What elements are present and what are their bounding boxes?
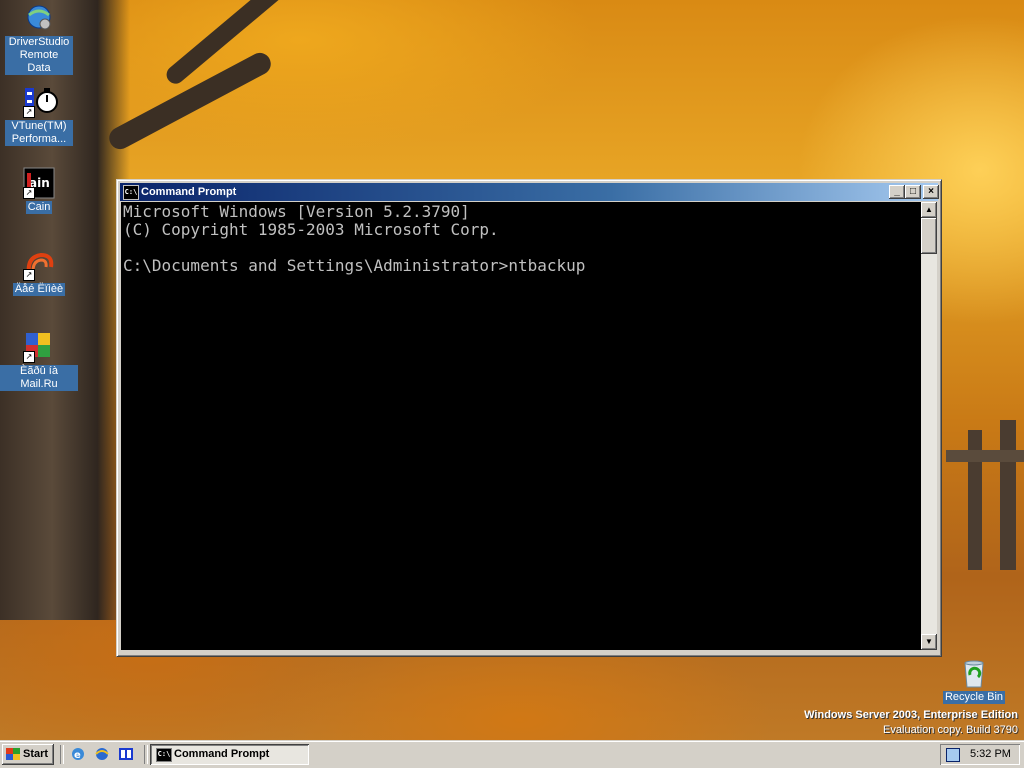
globe-network-icon	[23, 2, 55, 34]
shortcut-arrow-icon: ↗	[23, 187, 35, 199]
desktop-icon-mailru[interactable]: ↗ Èãðû íà Mail.Ru	[0, 331, 78, 391]
clock[interactable]: 5:32 PM	[970, 744, 1011, 765]
taskbar-separator	[60, 745, 64, 764]
scroll-down-button[interactable]: ▼	[921, 634, 937, 650]
shortcut-arrow-icon: ↗	[23, 269, 35, 281]
ie-icon[interactable]: e	[70, 746, 86, 762]
window-titlebar[interactable]: C:\ Command Prompt _ □ ×	[120, 183, 939, 201]
command-prompt-window[interactable]: C:\ Command Prompt _ □ × Microsoft Windo…	[116, 179, 942, 657]
console-line: C:\Documents and Settings\Administrator>…	[123, 256, 586, 275]
taskbar: Start e C:\ Command Prompt 5:32 PM	[0, 740, 1024, 768]
vertical-scrollbar[interactable]: ▲ ▼	[921, 202, 937, 650]
desktop-icon-cain[interactable]: ain ↗ Cain	[0, 167, 78, 214]
windows-flag-icon	[6, 748, 20, 760]
desktop-icon-label: DriverStudio Remote Data	[5, 36, 73, 75]
start-label: Start	[23, 748, 49, 760]
mailru-games-icon: ↗	[23, 331, 55, 363]
desktop-icon-spiral[interactable]: ↗ Äåé Ëïìèè	[0, 249, 78, 296]
taskbar-button-label: Command Prompt	[174, 748, 270, 760]
stopwatch-icon: ↗	[23, 86, 58, 118]
console-output[interactable]: Microsoft Windows [Version 5.2.3790] (C) …	[121, 202, 921, 650]
spiral-app-icon: ↗	[23, 249, 55, 281]
desktop-icon-label: VTune(TM) Performa...	[5, 120, 73, 146]
show-desktop-icon[interactable]	[94, 746, 110, 762]
taskbar-separator	[144, 745, 148, 764]
scroll-thumb[interactable]	[921, 218, 937, 254]
desktop-icon-recycle-bin[interactable]: Recycle Bin	[935, 657, 1013, 704]
console-line: Microsoft Windows [Version 5.2.3790]	[123, 202, 470, 221]
desktop-icon-label: Recycle Bin	[942, 691, 1006, 704]
shortcut-arrow-icon: ↗	[23, 106, 35, 118]
scroll-up-button[interactable]: ▲	[921, 202, 937, 218]
recycle-bin-icon	[958, 657, 990, 689]
svg-text:e: e	[74, 750, 81, 761]
minimize-button[interactable]: _	[889, 185, 905, 199]
desktop-icon-label: Èãðû íà Mail.Ru	[0, 365, 78, 391]
desktop-icon-label: Äåé Ëïìèè	[12, 283, 66, 296]
maximize-button[interactable]: □	[905, 185, 921, 199]
close-button[interactable]: ×	[923, 185, 939, 199]
desktop-icon-driverstudio[interactable]: DriverStudio Remote Data	[0, 2, 78, 75]
console-line: (C) Copyright 1985-2003 Microsoft Corp.	[123, 220, 499, 239]
network-icon[interactable]	[946, 748, 960, 762]
explorer-icon[interactable]	[118, 746, 134, 762]
desktop-icon-label: Cain	[25, 201, 53, 214]
console-app-icon[interactable]: C:\	[123, 185, 139, 200]
desktop-icon-vtune[interactable]: ↗ VTune(TM) Performa...	[0, 86, 78, 146]
taskbar-command-prompt[interactable]: C:\ Command Prompt	[150, 744, 309, 765]
cain-app-icon: ain ↗	[23, 167, 55, 199]
wallpaper-fence-post	[1000, 420, 1016, 570]
os-build-watermark: Evaluation copy. Build 3790	[883, 724, 1018, 736]
wallpaper-fence-rail	[946, 450, 1024, 462]
system-tray: 5:32 PM	[940, 744, 1020, 765]
shortcut-arrow-icon: ↗	[23, 351, 35, 363]
os-edition-watermark: Windows Server 2003, Enterprise Edition	[804, 709, 1018, 721]
console-app-icon: C:\	[156, 748, 172, 762]
window-title: Command Prompt	[141, 186, 237, 198]
start-button[interactable]: Start	[2, 744, 54, 765]
